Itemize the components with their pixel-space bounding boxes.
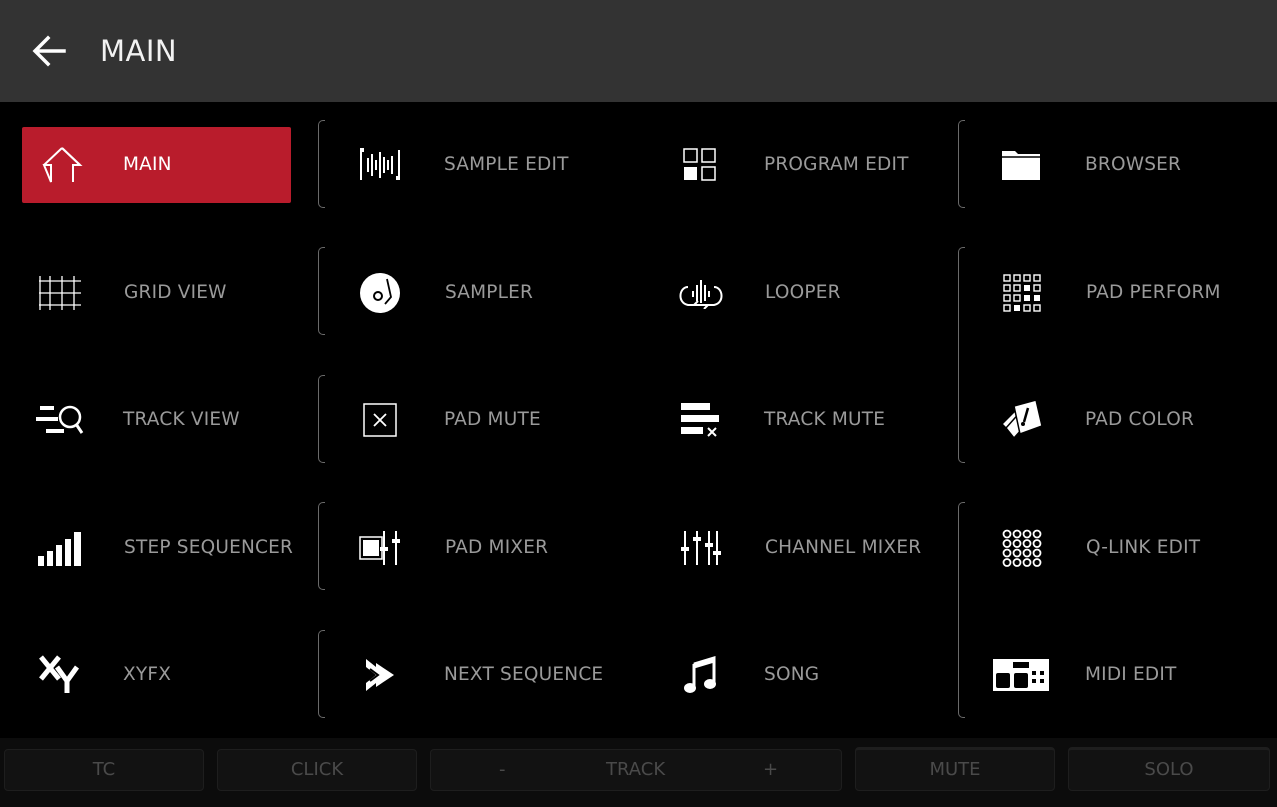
track-label: TRACK — [606, 759, 666, 780]
tile-label: BROWSER — [1085, 154, 1182, 175]
tile-next-sequence[interactable]: NEXT SEQUENCE — [340, 637, 620, 713]
column-bracket — [318, 502, 325, 590]
column-bracket — [958, 247, 965, 463]
column-bracket — [318, 120, 325, 208]
track-search-icon — [20, 382, 100, 458]
tile-sample-edit[interactable]: SAMPLE EDIT — [340, 127, 620, 203]
back-arrow-icon[interactable] — [28, 30, 70, 72]
tile-label: SAMPLE EDIT — [444, 154, 569, 175]
tile-step-sequencer[interactable]: STEP SEQUENCER — [20, 510, 310, 586]
tc-button[interactable]: TC — [4, 749, 204, 791]
music-note-icon — [660, 637, 740, 713]
tile-pad-mute[interactable]: PAD MUTE — [340, 382, 620, 458]
waveform-icon — [340, 127, 420, 203]
tile-label: PROGRAM EDIT — [764, 154, 909, 175]
tile-label: CHANNEL MIXER — [765, 537, 922, 558]
xy-icon — [20, 637, 100, 713]
tile-main[interactable]: MAIN — [22, 127, 291, 203]
tile-browser[interactable]: BROWSER — [981, 127, 1261, 203]
tile-label: PAD MUTE — [444, 409, 541, 430]
grid-view-icon — [20, 255, 100, 331]
looper-icon — [661, 255, 741, 331]
column-bracket — [318, 375, 325, 463]
column-bracket — [958, 502, 965, 718]
tile-label: LOOPER — [765, 282, 841, 303]
tile-pad-mixer[interactable]: PAD MIXER — [341, 510, 621, 586]
track-minus-button[interactable]: - — [499, 750, 506, 790]
record-disc-icon — [341, 255, 421, 331]
tile-looper[interactable]: LOOPER — [661, 255, 941, 331]
track-plus-button[interactable]: + — [763, 750, 778, 790]
pad-mute-icon — [340, 382, 420, 458]
knobs-icon — [982, 510, 1062, 586]
tile-channel-mixer[interactable]: CHANNEL MIXER — [661, 510, 941, 586]
tile-label: SAMPLER — [445, 282, 534, 303]
tile-qlink-edit[interactable]: Q-LINK EDIT — [982, 510, 1262, 586]
tile-label: TRACK VIEW — [123, 409, 240, 430]
column-bracket — [958, 120, 965, 208]
pad-perform-icon — [982, 255, 1062, 331]
tile-pad-color[interactable]: PAD COLOR — [981, 382, 1261, 458]
tile-midi-edit[interactable]: MIDI EDIT — [981, 637, 1261, 713]
tile-track-mute[interactable]: TRACK MUTE — [660, 382, 940, 458]
step-bars-icon — [20, 510, 100, 586]
tile-label: PAD COLOR — [1085, 409, 1195, 430]
pad-mixer-icon — [341, 510, 421, 586]
tile-label: MAIN — [123, 154, 172, 175]
home-icon — [22, 127, 102, 203]
tile-track-view[interactable]: TRACK VIEW — [20, 382, 310, 458]
header-bar: MAIN — [0, 0, 1277, 102]
tile-label: GRID VIEW — [124, 282, 227, 303]
tile-song[interactable]: SONG — [660, 637, 940, 713]
solo-button[interactable]: SOLO — [1068, 747, 1270, 791]
track-mute-icon — [660, 382, 740, 458]
track-selector[interactable]: - TRACK + — [430, 749, 842, 791]
tile-label: Q-LINK EDIT — [1086, 537, 1201, 558]
tile-label: STEP SEQUENCER — [124, 537, 294, 558]
tile-label: XYFX — [123, 664, 172, 685]
click-button[interactable]: CLICK — [217, 749, 417, 791]
tile-label: MIDI EDIT — [1085, 664, 1177, 685]
page-title: MAIN — [100, 34, 178, 68]
tile-label: PAD PERFORM — [1086, 282, 1221, 303]
tile-program-edit[interactable]: PROGRAM EDIT — [660, 127, 940, 203]
midi-edit-icon — [981, 637, 1061, 713]
tile-sampler[interactable]: SAMPLER — [341, 255, 621, 331]
mode-grid: MAIN SAMPLE EDIT PROGRAM EDIT BROWSER GR… — [0, 102, 1277, 738]
tile-label: NEXT SEQUENCE — [444, 664, 604, 685]
tile-label: SONG — [764, 664, 820, 685]
bottom-bar: TC CLICK - TRACK + MUTE SOLO — [0, 738, 1277, 807]
column-bracket — [318, 630, 325, 718]
column-bracket — [318, 247, 325, 335]
tile-xyfx[interactable]: XYFX — [20, 637, 310, 713]
tile-label: TRACK MUTE — [764, 409, 886, 430]
folder-icon — [981, 127, 1061, 203]
pad-color-icon — [981, 382, 1061, 458]
program-grid-icon — [660, 127, 740, 203]
tile-pad-perform[interactable]: PAD PERFORM — [982, 255, 1262, 331]
tile-grid-view[interactable]: GRID VIEW — [20, 255, 310, 331]
next-sequence-icon — [340, 637, 420, 713]
mute-button[interactable]: MUTE — [855, 747, 1055, 791]
tile-label: PAD MIXER — [445, 537, 549, 558]
faders-icon — [661, 510, 741, 586]
